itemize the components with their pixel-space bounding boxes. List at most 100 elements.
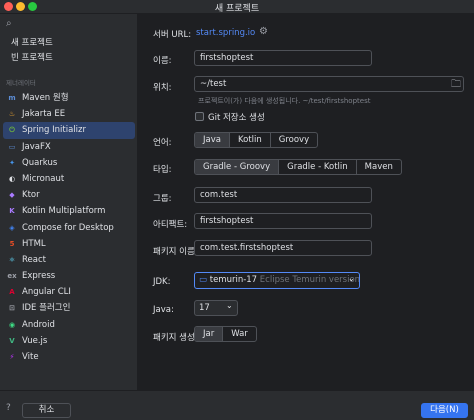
sidebar-item-generator[interactable]: ◆ Ktor — [3, 187, 135, 203]
kotlin-icon: K — [9, 207, 15, 216]
git-checkbox[interactable] — [195, 112, 204, 121]
javafx-icon: ▭ — [8, 142, 16, 151]
generator-label: Angular CLI — [22, 287, 71, 298]
window-title: 새 프로젝트 — [214, 4, 260, 14]
sidebar-item-generator[interactable]: 5 HTML — [3, 236, 135, 252]
language-option-kotlin[interactable]: Kotlin — [230, 133, 271, 147]
generators-header: 제너레이터 — [6, 79, 36, 87]
jdk-select[interactable]: ▭ temurin-17 Eclipse Temurin version 1 — [194, 272, 360, 289]
packaging-selector: Jar War — [194, 326, 257, 342]
sidebar-item-generator[interactable]: ⚛ React — [3, 252, 135, 268]
generator-label: Compose for Desktop — [22, 222, 114, 233]
sidebar-item-empty-project[interactable]: 빈 프로젝트 — [0, 51, 138, 66]
sidebar-item-generator[interactable]: ♨ Jakarta EE — [3, 106, 135, 122]
name-field[interactable]: firstshoptest — [194, 50, 372, 66]
sidebar-item-generator[interactable]: ◉ Android — [3, 317, 135, 333]
server-url-label: 서버 URL: — [153, 30, 192, 40]
sidebar-item-generator[interactable]: A Angular CLI — [3, 284, 135, 300]
android-icon: ◉ — [8, 320, 16, 329]
jdk-folder-icon: ▭ — [199, 275, 208, 285]
vite-icon: ⚡ — [9, 353, 15, 361]
name-label: 이름: — [153, 56, 172, 66]
sidebar-item-generator[interactable]: ex Express — [3, 268, 135, 284]
type-option-maven[interactable]: Maven — [357, 160, 401, 174]
sidebar-item-generator[interactable]: K Kotlin Multiplatform — [3, 203, 135, 219]
sidebar-item-generator[interactable]: ◈ Compose for Desktop — [3, 220, 135, 236]
sidebar-item-generator[interactable]: ⏻ Spring Initializr — [3, 122, 135, 139]
type-option-gradle-groovy[interactable]: Gradle - Groovy — [195, 160, 280, 174]
angular-icon: A — [9, 288, 15, 297]
compose-icon: ◈ — [9, 223, 15, 232]
react-icon: ⚛ — [8, 255, 16, 264]
artifact-field[interactable]: firstshoptest — [194, 213, 372, 229]
sidebar-item-new-project[interactable]: 새 프로젝트 — [0, 36, 138, 51]
generator-label: HTML — [22, 238, 46, 249]
sidebar: ⌕ 새 프로젝트 빈 프로젝트 제너레이터 m Maven 원형 ♨ Jakarta … — [0, 14, 138, 390]
sidebar-item-generator[interactable]: m Maven 원형 — [3, 90, 135, 106]
generator-label: React — [22, 254, 46, 265]
location-label: 위치: — [153, 83, 172, 93]
type-label: 타입: — [153, 165, 172, 175]
jdk-value: temurin-17 — [209, 275, 258, 285]
jdk-detail: Eclipse Temurin version 1 — [259, 275, 360, 285]
generator-label: Ktor — [22, 190, 40, 201]
location-field[interactable]: ~/test — [194, 76, 464, 92]
sidebar-item-generator[interactable]: ◐ Micronaut — [3, 171, 135, 187]
next-button[interactable]: 다음(N) — [421, 403, 468, 418]
java-version-label: Java: — [153, 305, 174, 315]
jakarta-icon: ♨ — [8, 110, 16, 119]
git-checkbox-label: Git 저장소 생성 — [208, 113, 265, 123]
language-label: 언어: — [153, 138, 172, 148]
jdk-label: JDK: — [153, 277, 171, 287]
package-name-label: 패키지 이름: — [153, 247, 198, 257]
packaging-label: 패키지 생성: — [153, 333, 198, 343]
packaging-option-war[interactable]: War — [223, 327, 256, 341]
maven-icon: m — [8, 94, 16, 102]
generator-label: JavaFX — [22, 141, 51, 152]
java-chevron-down-icon[interactable]: ⌄ — [226, 301, 233, 310]
generator-label: IDE 플러그인 — [22, 303, 71, 314]
sidebar-item-generator[interactable]: ▭ JavaFX — [3, 139, 135, 155]
html-icon: 5 — [9, 239, 15, 248]
location-hint: 프로젝트이(가) 다음에 생성됩니다. ~/test/firstshoptest — [198, 97, 371, 105]
generator-label: Jakarta EE — [22, 109, 66, 120]
build-type-selector: Gradle - Groovy Gradle - Kotlin Maven — [194, 159, 402, 175]
packaging-option-jar[interactable]: Jar — [195, 327, 224, 341]
language-option-groovy[interactable]: Groovy — [271, 133, 317, 147]
language-selector: Java Kotlin Groovy — [194, 132, 319, 148]
artifact-label: 아티팩트: — [153, 220, 188, 230]
folder-icon[interactable]: 🗀 — [451, 77, 461, 94]
generator-label: Express — [22, 271, 56, 282]
generator-label: Vue.js — [22, 335, 48, 346]
package-name-field[interactable]: com.test.firstshoptest — [194, 240, 372, 256]
group-field[interactable]: com.test — [194, 187, 372, 203]
server-url-link[interactable]: start.spring.io — [196, 28, 255, 38]
spring-icon: ⏻ — [9, 126, 15, 135]
quarkus-icon: ✦ — [9, 158, 15, 167]
help-icon[interactable]: ? — [6, 403, 11, 413]
sidebar-item-generator[interactable]: ✦ Quarkus — [3, 155, 135, 171]
type-option-gradle-kotlin[interactable]: Gradle - Kotlin — [279, 160, 357, 174]
ktor-icon: ◆ — [9, 191, 15, 200]
search-icon[interactable]: ⌕ — [6, 18, 12, 29]
generator-label: Kotlin Multiplatform — [22, 206, 106, 217]
java-version-value: 17 — [199, 303, 210, 313]
generator-label: Maven 원형 — [22, 93, 69, 103]
generator-label: Vite — [22, 352, 39, 362]
sidebar-item-generator[interactable]: ⊡ IDE 플러그인 — [3, 300, 135, 316]
vue-icon: V — [9, 336, 15, 345]
group-label: 그룹: — [153, 194, 172, 204]
dialog-footer: ? 취소 다음(N) — [0, 390, 474, 420]
generator-label: Android — [22, 319, 55, 330]
sidebar-item-generator[interactable]: V Vue.js — [3, 333, 135, 349]
generator-label: Spring Initializr — [22, 125, 86, 136]
cancel-button[interactable]: 취소 — [22, 403, 71, 418]
micronaut-icon: ◐ — [8, 174, 16, 183]
settings-gear-icon[interactable]: ⚙ — [259, 26, 268, 37]
jdk-chevron-down-icon[interactable]: ⌄ — [348, 274, 355, 283]
language-option-java[interactable]: Java — [195, 133, 230, 147]
generators-list: m Maven 원형 ♨ Jakarta EE ⏻ Spring Initializr ▭ J… — [3, 90, 135, 365]
sidebar-item-generator[interactable]: ⚡ Vite — [3, 349, 135, 365]
generator-label: Quarkus — [22, 157, 58, 168]
project-form: 서버 URL: start.spring.io ⚙ 이름: firstshopt… — [138, 14, 474, 390]
